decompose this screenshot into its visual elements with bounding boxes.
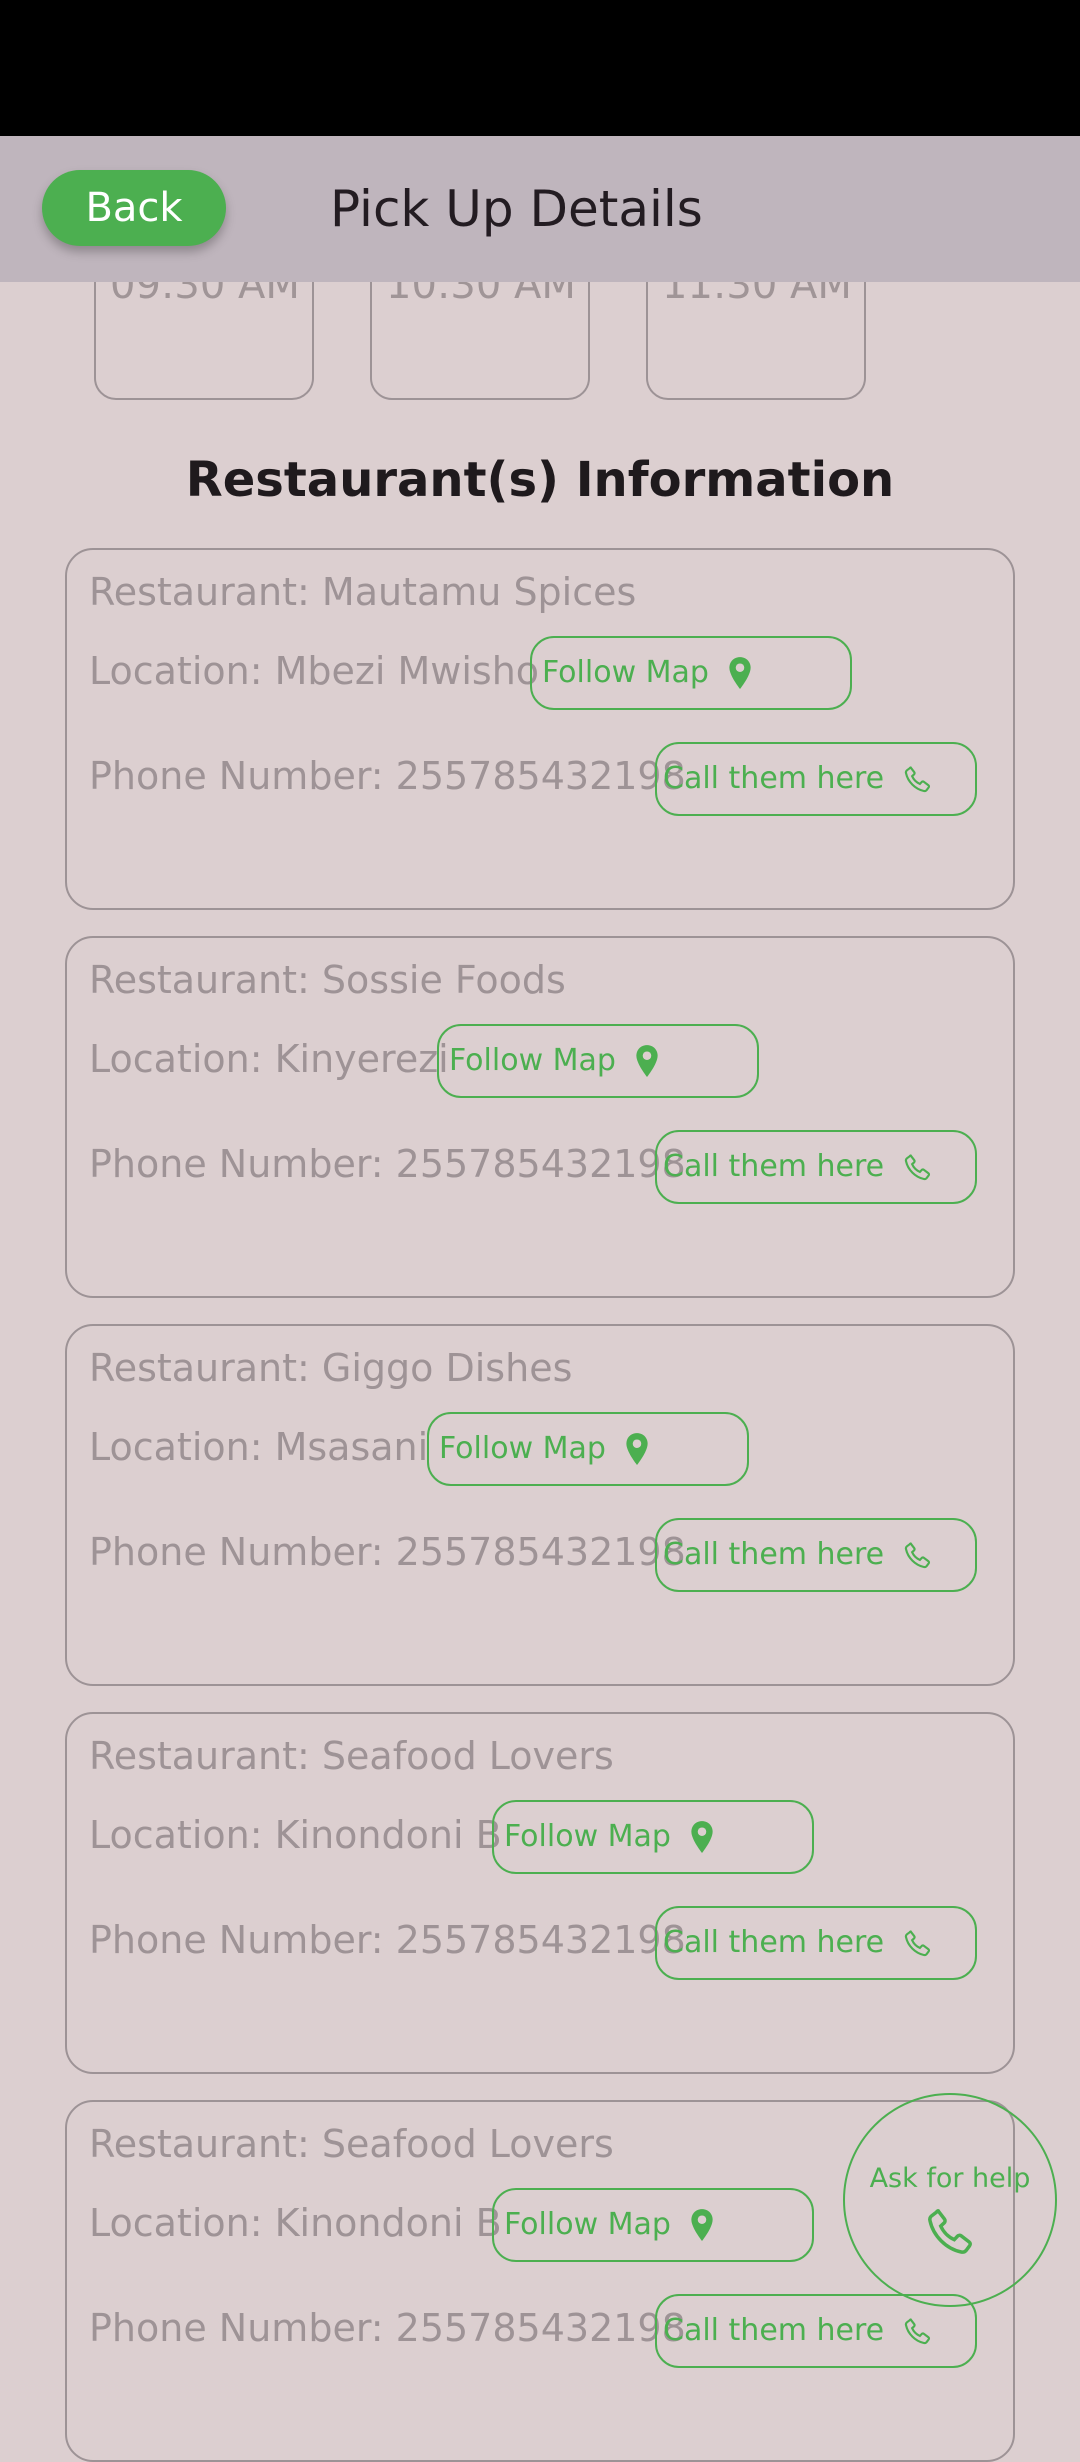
restaurant-card: Restaurant: Giggo Dishes Location: Msasa… <box>65 1324 1015 1686</box>
phone-icon <box>902 763 934 795</box>
app-bar: Back Pick Up Details <box>0 136 1080 282</box>
call-label: Call them here <box>663 1149 885 1184</box>
call-button[interactable]: Call them here <box>655 742 977 816</box>
restaurant-phone: Phone Number: 255785432198 <box>89 1918 686 1962</box>
page-title: Pick Up Details <box>330 180 703 238</box>
restaurant-phone: Phone Number: 255785432198 <box>89 1142 686 1186</box>
call-button[interactable]: Call them here <box>655 1130 977 1204</box>
location-pin-icon <box>727 656 753 690</box>
restaurant-location: Location: Msasani <box>89 1425 429 1469</box>
restaurant-name: Restaurant: Mautamu Spices <box>89 570 637 614</box>
follow-map-button[interactable]: Follow Map <box>437 1024 759 1098</box>
call-button[interactable]: Call them here <box>655 2294 977 2368</box>
restaurant-phone: Phone Number: 255785432198 <box>89 1530 686 1574</box>
ask-for-help-button[interactable]: Ask for help <box>843 2093 1057 2307</box>
restaurant-location: Location: Mbezi Mwisho <box>89 649 540 693</box>
call-label: Call them here <box>663 2313 885 2348</box>
call-label: Call them here <box>663 1537 885 1572</box>
call-button[interactable]: Call them here <box>655 1518 977 1592</box>
location-pin-icon <box>689 1820 715 1854</box>
restaurant-name: Restaurant: Seafood Lovers <box>89 1734 614 1778</box>
follow-map-label: Follow Map <box>439 1431 606 1466</box>
restaurant-location: Location: Kinyerezi <box>89 1037 449 1081</box>
follow-map-button[interactable]: Follow Map <box>492 2188 814 2262</box>
section-title: Restaurant(s) Information <box>185 452 895 508</box>
help-label: Ask for help <box>869 2163 1031 2194</box>
restaurant-location: Location: Kinondoni B <box>89 2201 502 2245</box>
restaurant-name: Restaurant: Giggo Dishes <box>89 1346 573 1390</box>
follow-map-label: Follow Map <box>449 1043 616 1078</box>
restaurant-name: Restaurant: Seafood Lovers <box>89 2122 614 2166</box>
follow-map-label: Follow Map <box>504 2207 671 2242</box>
call-label: Call them here <box>663 1925 885 1960</box>
restaurant-phone: Phone Number: 255785432198 <box>89 2306 686 2350</box>
follow-map-button[interactable]: Follow Map <box>530 636 852 710</box>
phone-icon <box>902 1927 934 1959</box>
phone-icon <box>902 1151 934 1183</box>
follow-map-button[interactable]: Follow Map <box>427 1412 749 1486</box>
restaurant-location: Location: Kinondoni B <box>89 1813 502 1857</box>
restaurant-card: Restaurant: Seafood Lovers Location: Kin… <box>65 1712 1015 2074</box>
follow-map-label: Follow Map <box>504 1819 671 1854</box>
location-pin-icon <box>634 1044 660 1078</box>
call-label: Call them here <box>663 761 885 796</box>
restaurant-card: Restaurant: Mautamu Spices Location: Mbe… <box>65 548 1015 910</box>
follow-map-label: Follow Map <box>542 655 709 690</box>
phone-icon <box>902 2315 934 2347</box>
follow-map-button[interactable]: Follow Map <box>492 1800 814 1874</box>
restaurant-card: Restaurant: Sossie Foods Location: Kinye… <box>65 936 1015 1298</box>
status-bar <box>0 0 1080 136</box>
location-pin-icon <box>624 1432 650 1466</box>
call-button[interactable]: Call them here <box>655 1906 977 1980</box>
phone-icon <box>923 2203 979 2263</box>
restaurant-phone: Phone Number: 255785432198 <box>89 754 686 798</box>
restaurant-name: Restaurant: Sossie Foods <box>89 958 566 1002</box>
location-pin-icon <box>689 2208 715 2242</box>
phone-icon <box>902 1539 934 1571</box>
back-button[interactable]: Back <box>42 170 226 246</box>
